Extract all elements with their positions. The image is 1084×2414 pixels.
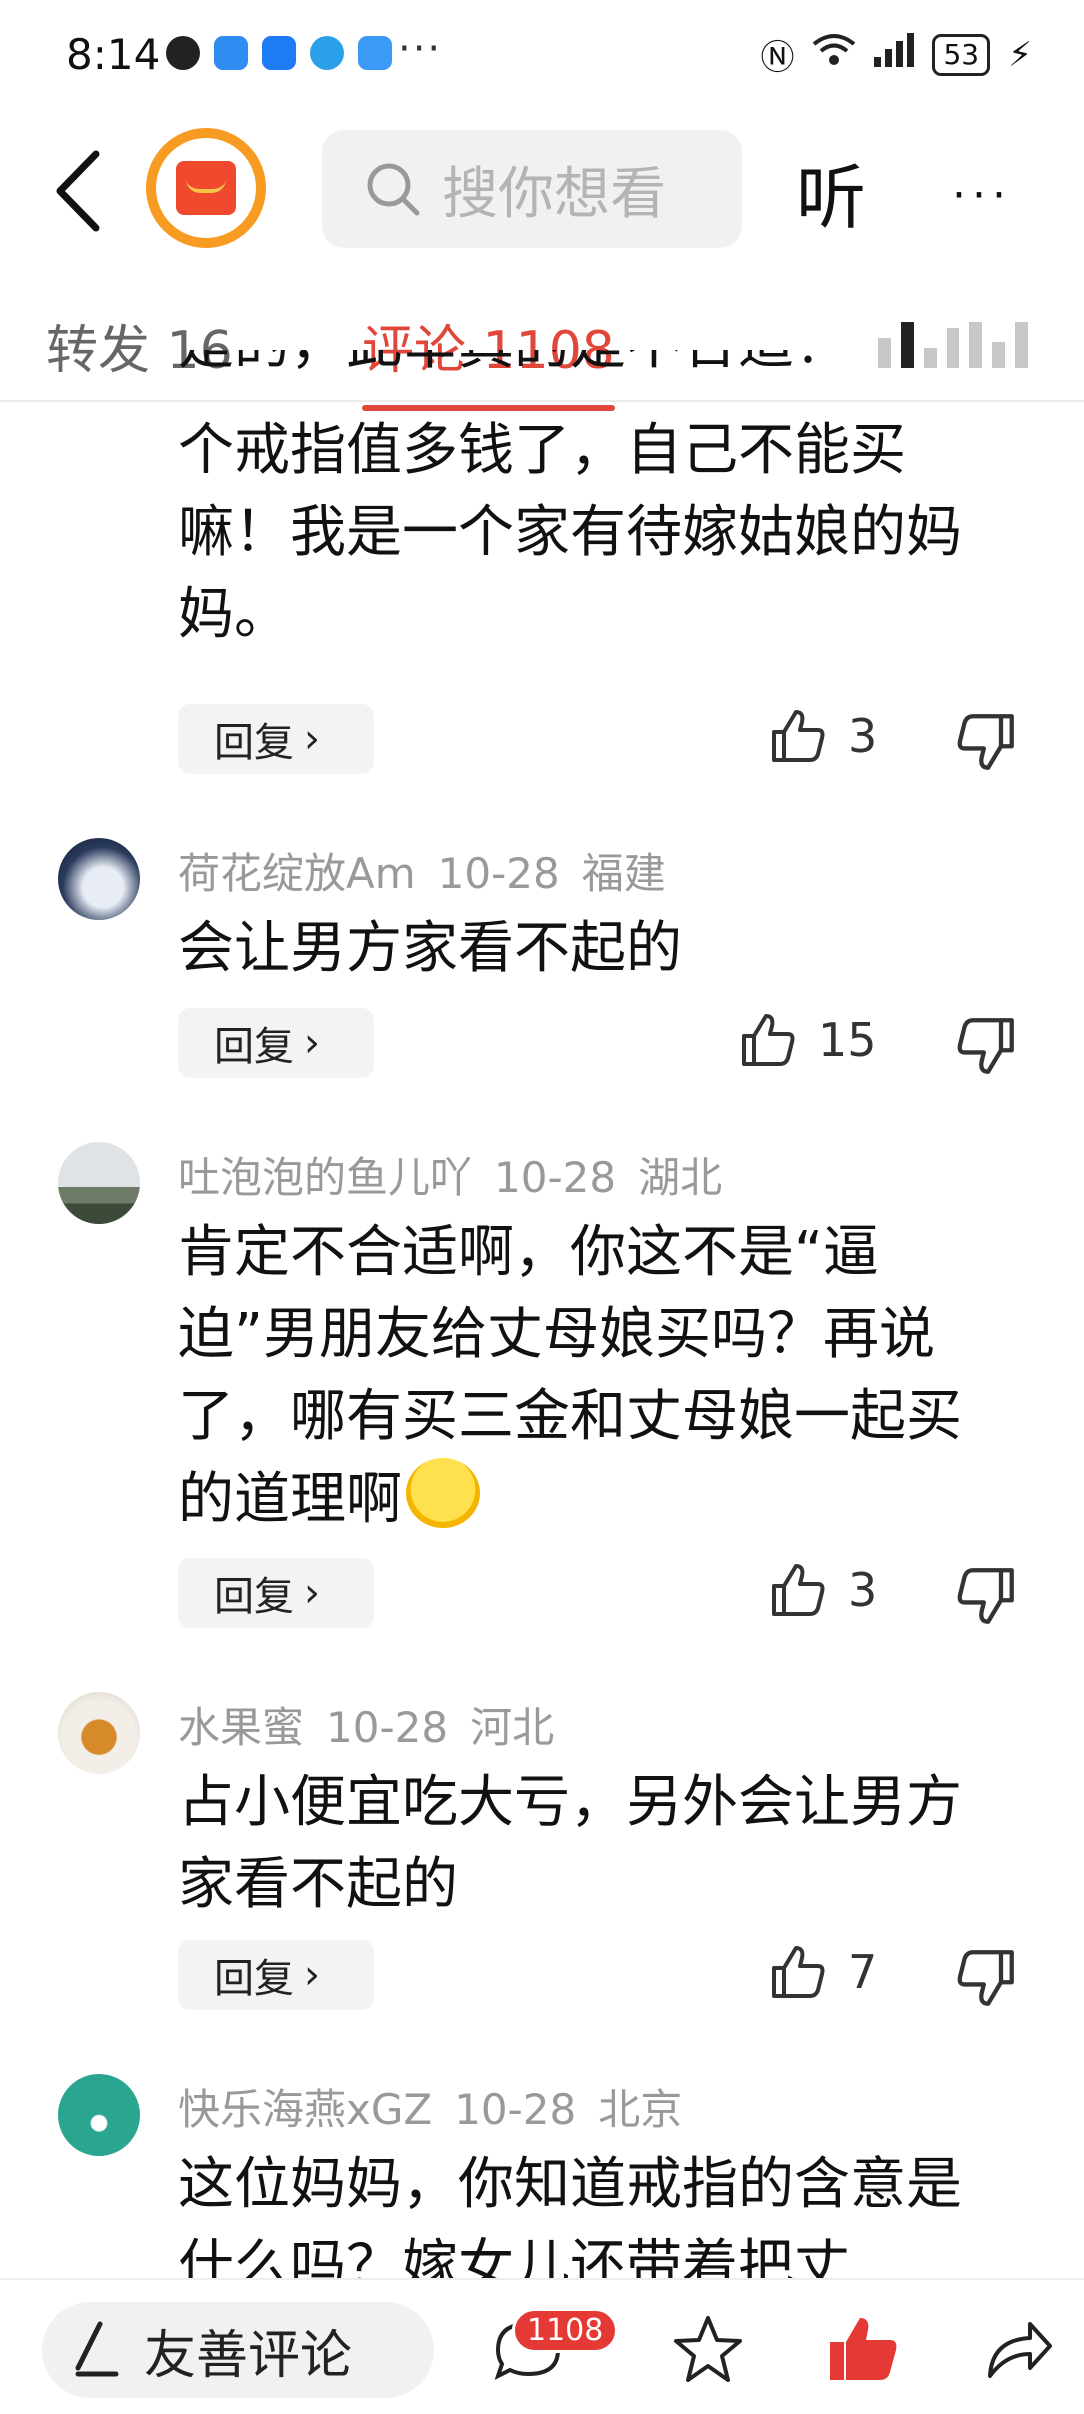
like-count: 3 <box>848 709 878 763</box>
like-button[interactable]: 3 <box>770 708 877 764</box>
comment-date: 10-28 <box>326 1703 449 1752</box>
battery-indicator: 53 <box>932 33 991 76</box>
comment-username[interactable]: 荷花绽放Am <box>178 849 416 898</box>
comment-text: 肯定不合适啊，你这不是“逼迫”男朋友给丈母娘买吗？再说了，哪有买三金和丈母娘一起… <box>178 1212 1008 1541</box>
search-placeholder: 搜你想看 <box>442 161 666 227</box>
red-packet-button[interactable] <box>146 128 266 248</box>
thumbs-up-icon <box>742 1014 795 1066</box>
comment-meta: 快乐海燕xGZ 10-28 北京 <box>178 2076 704 2137</box>
comment-text-clipped-line: 是的，此举真的是不合适！一 <box>178 350 1008 410</box>
comment-text: 占小便宜吃大亏，另外会让男方家看不起的 <box>178 1770 962 1917</box>
chevron-right-icon: › <box>304 1570 320 1616</box>
comment-text: 会让男方家看不起的 <box>178 916 682 981</box>
avatar[interactable] <box>58 2074 140 2156</box>
back-button[interactable] <box>50 146 110 236</box>
comment-input[interactable]: 友善评论 <box>42 2302 434 2398</box>
like-button[interactable]: 3 <box>770 1562 877 1618</box>
reply-button[interactable]: 回复 › <box>178 1940 374 2010</box>
chevron-right-icon: › <box>304 1020 320 1066</box>
status-time: 8:14 <box>66 30 161 79</box>
avatar[interactable] <box>58 838 140 920</box>
more-notifications: ··· <box>398 26 443 72</box>
listen-button[interactable]: 听 <box>796 142 866 243</box>
signal-icon <box>874 33 915 76</box>
app-icon-cube <box>310 36 344 70</box>
status-bar: 8:14 ··· Ⓝ 53 ⚡ <box>0 0 1084 110</box>
red-envelope-icon <box>176 161 236 215</box>
app-icon-blue <box>214 36 248 70</box>
like-button[interactable]: 15 <box>740 1012 877 1068</box>
thumbs-up-icon <box>772 1946 825 1998</box>
comment-location: 河北 <box>470 1703 555 1752</box>
chevron-right-icon: › <box>304 1952 320 1998</box>
chevron-right-icon: › <box>304 716 320 762</box>
status-right: Ⓝ 53 ⚡ <box>760 30 1032 79</box>
app-icon-bulb <box>262 36 296 70</box>
reply-label: 回复 <box>214 1956 294 2002</box>
crying-laughing-emoji-icon <box>406 1458 480 1528</box>
share-icon[interactable] <box>978 2310 1058 2390</box>
weather-icon <box>358 36 392 70</box>
search-bar[interactable]: 搜你想看 <box>322 130 742 248</box>
like-count: 3 <box>848 1563 878 1617</box>
charging-icon: ⚡ <box>1008 34 1032 75</box>
reply-button[interactable]: 回复 › <box>178 1558 374 1628</box>
comment-location: 湖北 <box>638 1153 723 1202</box>
comment-location: 福建 <box>581 849 666 898</box>
comment-meta: 水果蜜 10-28 河北 <box>178 1694 576 1755</box>
pen-icon <box>75 2321 119 2377</box>
thumbs-down-icon[interactable] <box>956 712 1016 772</box>
comment-text: 这位妈妈，你知道戒指的含意是什么吗？嫁女儿还带着把丈 <box>178 2152 962 2278</box>
reply-button[interactable]: 回复 › <box>178 1008 374 1078</box>
comment-count-badge: 1108 <box>512 2308 619 2353</box>
comment-text-content: 肯定不合适啊，你这不是“逼迫”男朋友给丈母娘买吗？再说了，哪有买三金和丈母娘一起… <box>178 1220 962 1532</box>
like-button[interactable]: 7 <box>770 1944 877 2000</box>
chevron-left-icon <box>56 150 100 232</box>
thumbs-down-icon[interactable] <box>956 1016 1016 1076</box>
avatar[interactable] <box>58 1692 140 1774</box>
comment-date: 10-28 <box>454 2085 577 2134</box>
reply-button[interactable]: 回复 › <box>178 704 374 774</box>
comment-username[interactable]: 水果蜜 <box>178 1703 304 1752</box>
comment-meta: 吐泡泡的鱼儿吖 10-28 湖北 <box>178 1144 744 1205</box>
bottom-action-bar: 友善评论 1108 <box>0 2278 1084 2414</box>
comment-location: 北京 <box>598 2085 683 2134</box>
notification-icons <box>166 36 392 70</box>
top-navigation: 搜你想看 听 ··· <box>0 110 1084 270</box>
thumbs-down-icon[interactable] <box>956 1566 1016 1626</box>
comment-username[interactable]: 吐泡泡的鱼儿吖 <box>178 1153 472 1202</box>
like-count: 15 <box>818 1013 877 1067</box>
thumbs-up-icon <box>772 1564 825 1616</box>
comment-username[interactable]: 快乐海燕xGZ <box>178 2085 432 2134</box>
reply-label: 回复 <box>214 1574 294 1620</box>
wifi-icon <box>812 32 856 77</box>
search-icon <box>367 163 420 216</box>
comment-date: 10-28 <box>494 1153 617 1202</box>
more-menu-button[interactable]: ··· <box>952 170 1012 221</box>
comment-date: 10-28 <box>437 849 560 898</box>
thumbs-down-icon[interactable] <box>956 1948 1016 2008</box>
reply-label: 回复 <box>214 720 294 766</box>
comment-meta: 荷花绽放Am 10-28 福建 <box>178 840 688 901</box>
qq-icon <box>166 36 200 70</box>
avatar[interactable] <box>58 1142 140 1224</box>
thumbs-up-filled-icon[interactable] <box>824 2310 904 2390</box>
nfc-icon: Ⓝ <box>760 38 795 78</box>
thumbs-up-icon <box>772 710 825 762</box>
star-icon[interactable] <box>668 2310 748 2390</box>
comment-text: 个戒指值多钱了，自己不能买嘛！我是一个家有待嫁姑娘的妈妈。 <box>178 418 962 647</box>
comment-input-label: 友善评论 <box>144 2325 353 2386</box>
reply-label: 回复 <box>214 1024 294 1070</box>
like-count: 7 <box>848 1945 878 1999</box>
